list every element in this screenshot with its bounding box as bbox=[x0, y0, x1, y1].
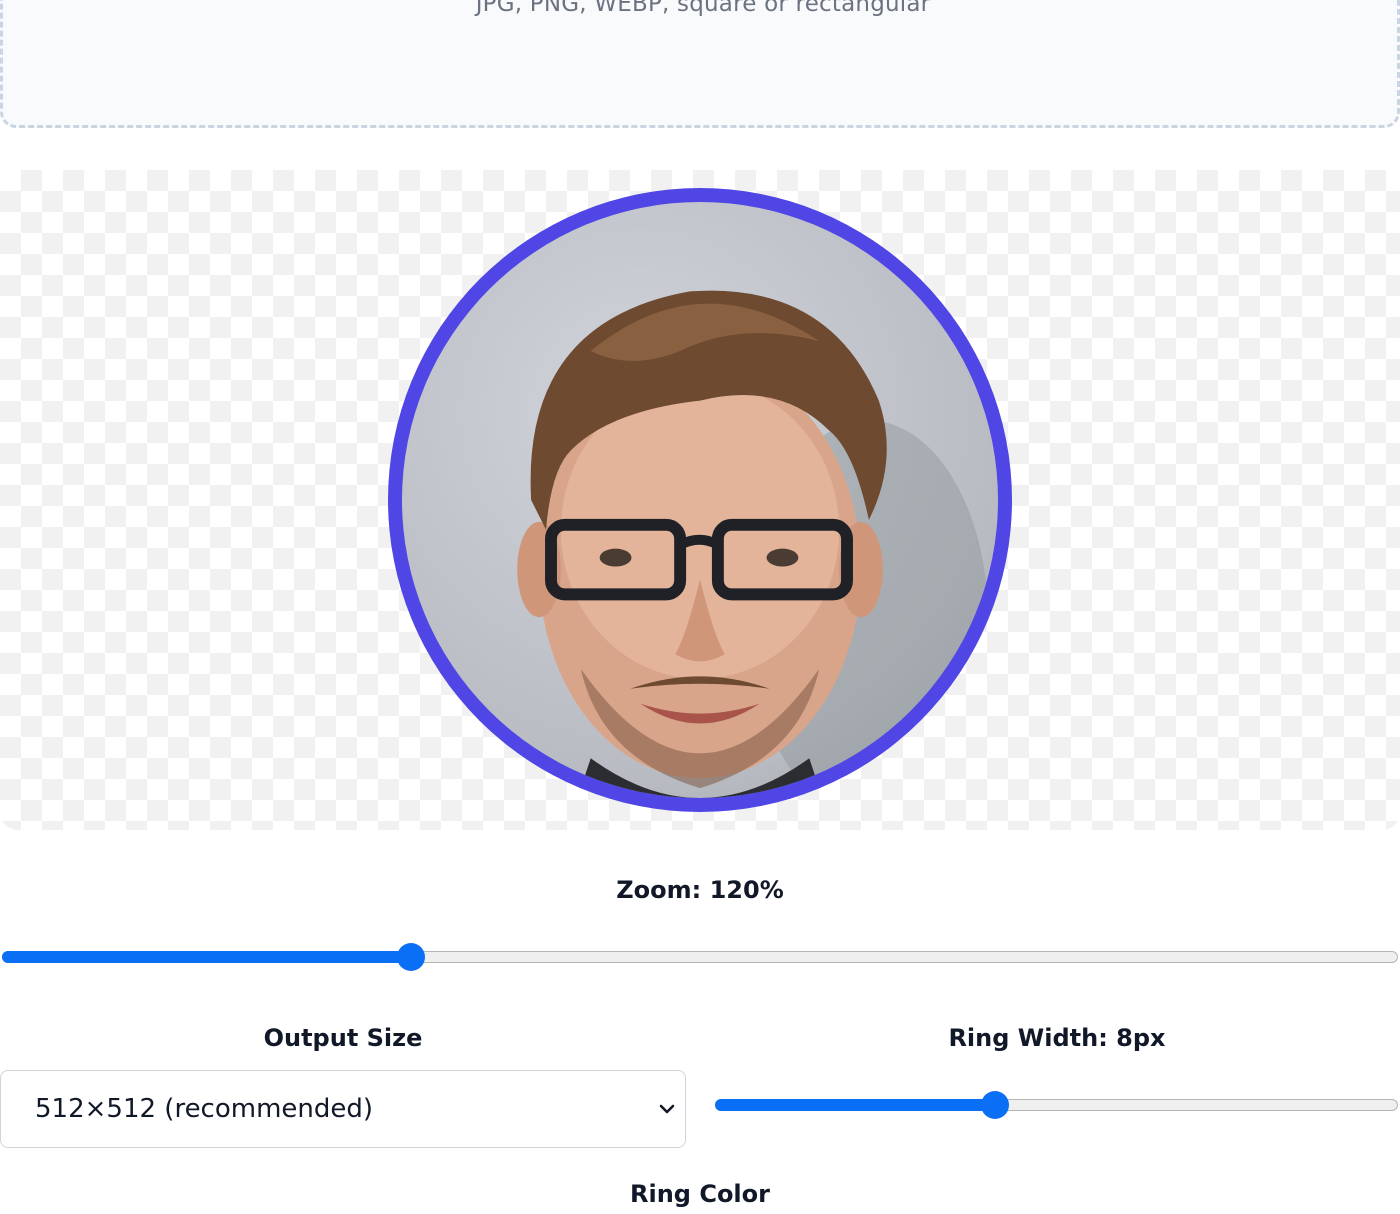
upload-dropzone[interactable]: JPG, PNG, WEBP, square or rectangular bbox=[0, 0, 1400, 128]
portrait-image bbox=[517, 290, 989, 798]
ring-color-label: Ring Color bbox=[630, 1180, 770, 1208]
ring-width-slider[interactable] bbox=[715, 1091, 1398, 1119]
avatar-preview bbox=[0, 170, 1400, 830]
chevron-down-icon bbox=[659, 1104, 675, 1114]
zoom-slider[interactable] bbox=[2, 943, 1398, 971]
zoom-slider-thumb[interactable] bbox=[397, 943, 426, 971]
output-size-label: Output Size bbox=[263, 1024, 423, 1052]
zoom-label: Zoom: 120% bbox=[616, 876, 784, 904]
avatar-photo[interactable] bbox=[402, 202, 998, 798]
avatar-ring bbox=[388, 188, 1012, 812]
ring-width-slider-fill bbox=[715, 1099, 996, 1111]
dropzone-hint: JPG, PNG, WEBP, square or rectangular bbox=[475, 0, 931, 17]
ring-width-slider-thumb[interactable] bbox=[981, 1091, 1010, 1119]
output-size-select[interactable]: 512×512 (recommended) bbox=[0, 1070, 686, 1148]
output-size-value: 512×512 (recommended) bbox=[35, 1094, 374, 1124]
ring-width-label: Ring Width: 8px bbox=[948, 1024, 1166, 1052]
zoom-slider-fill bbox=[2, 951, 412, 963]
